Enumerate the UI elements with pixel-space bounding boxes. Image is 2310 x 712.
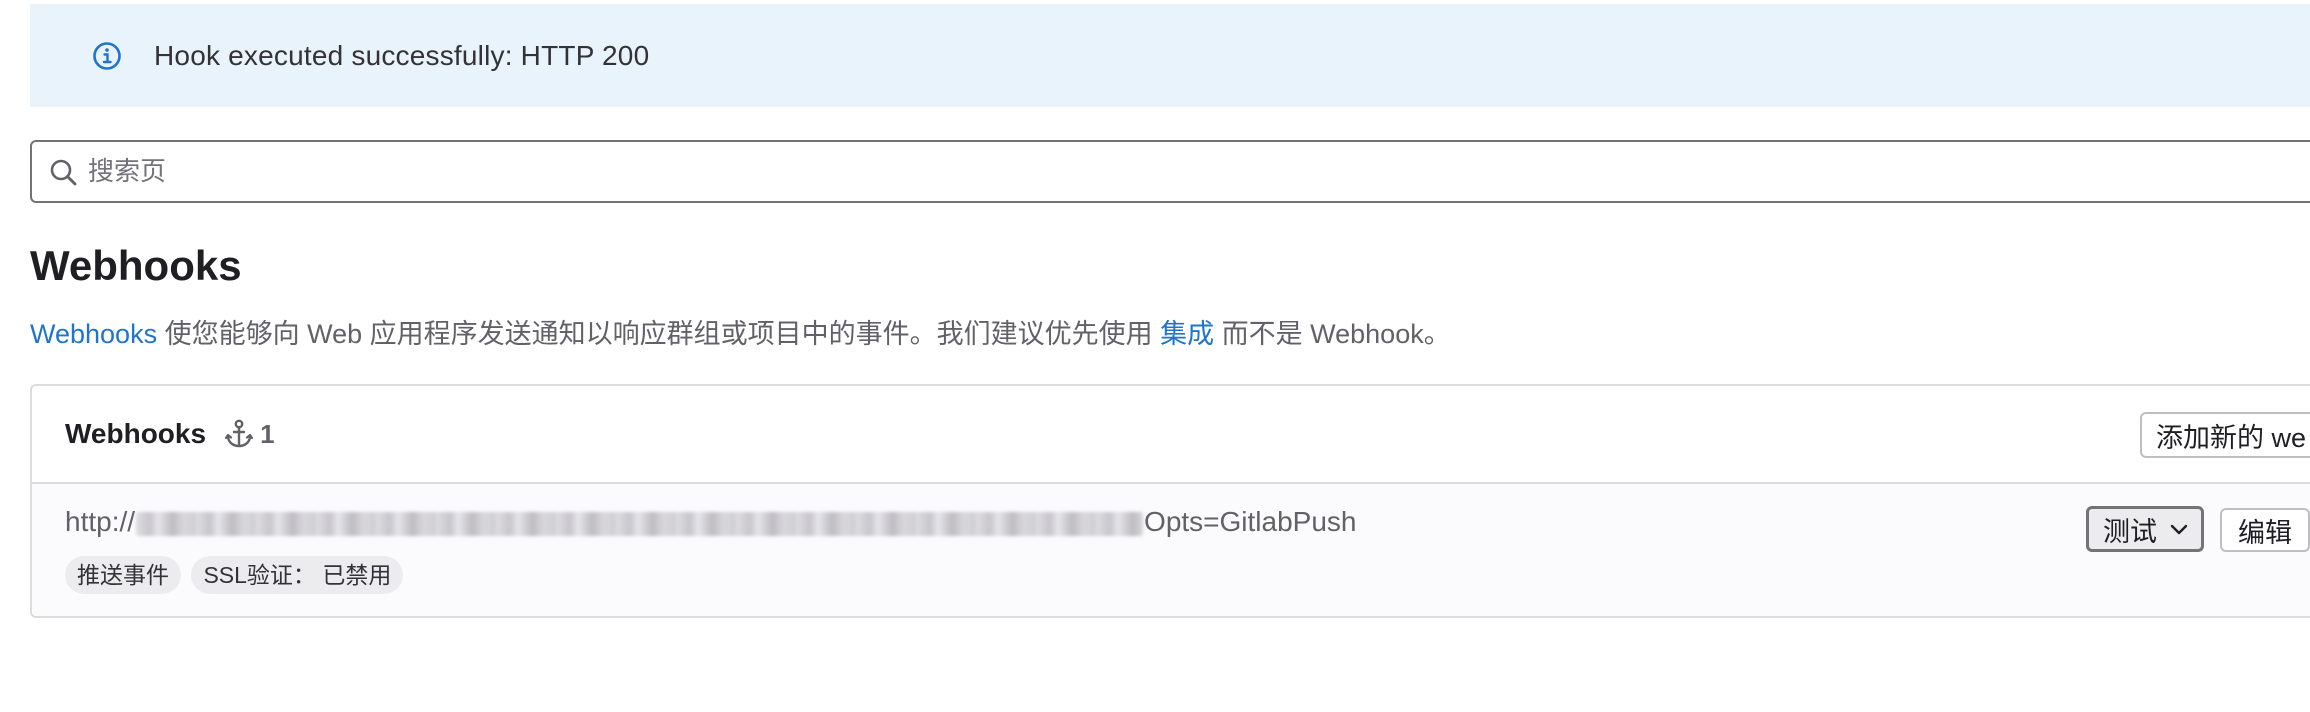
description-text-2: 而不是 Webhook。 xyxy=(1214,319,1451,349)
webhook-row: http:// Opts=GitlabPush 推送事件 SSL验证： 已禁用 测… xyxy=(32,484,2310,616)
info-icon xyxy=(90,39,124,73)
webhook-badges: 推送事件 SSL验证： 已禁用 xyxy=(65,556,409,594)
test-dropdown-button[interactable]: 测试 xyxy=(2086,506,2204,552)
description-text-1: 使您能够向 Web 应用程序发送通知以响应群组或项目中的事件。我们建议优先使用 xyxy=(157,319,1161,349)
webhooks-card-header: Webhooks 1 添加新的 we xyxy=(32,386,2310,484)
ssl-verification-badge: SSL验证： 已禁用 xyxy=(191,556,404,594)
edit-button[interactable]: 编辑 xyxy=(2220,508,2310,552)
webhooks-docs-link[interactable]: Webhooks xyxy=(30,319,157,349)
card-title: Webhooks xyxy=(65,418,207,449)
alert-message: Hook executed successfully: HTTP 200 xyxy=(154,39,650,71)
search-icon xyxy=(46,155,80,189)
redacted-url-segment xyxy=(136,511,1144,536)
integrations-link[interactable]: 集成 xyxy=(1160,319,1214,349)
webhooks-count: 1 xyxy=(260,418,275,449)
webhook-url: http:// Opts=GitlabPush xyxy=(65,506,1357,538)
test-button-label: 测试 xyxy=(2103,516,2157,547)
page-title: Webhooks xyxy=(30,242,242,289)
anchor-icon xyxy=(222,417,256,451)
search-box[interactable] xyxy=(30,140,2310,203)
add-webhook-button[interactable]: 添加新的 we xyxy=(2140,412,2310,458)
push-events-badge: 推送事件 xyxy=(65,556,181,594)
chevron-down-icon xyxy=(2169,522,2189,536)
webhook-url-suffix: Opts=GitlabPush xyxy=(1144,506,1357,537)
search-input[interactable] xyxy=(86,155,2286,188)
webhooks-card: Webhooks 1 添加新的 we http:// Opts=GitlabPus… xyxy=(30,384,2310,618)
webhook-url-prefix: http:// xyxy=(65,506,136,537)
info-alert: Hook executed successfully: HTTP 200 xyxy=(30,4,2310,107)
page-description: Webhooks 使您能够向 Web 应用程序发送通知以响应群组或项目中的事件。… xyxy=(30,312,1451,351)
